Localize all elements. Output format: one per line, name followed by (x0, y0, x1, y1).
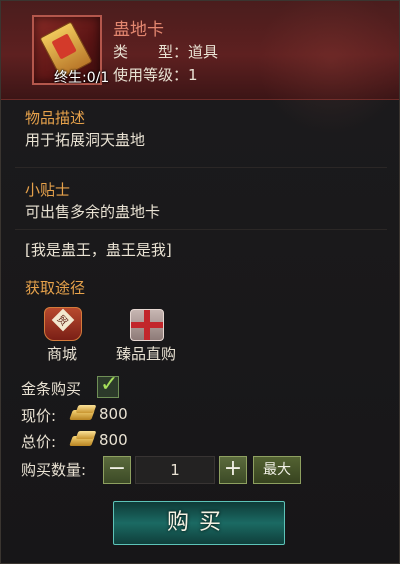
description-title: 物品描述 (25, 109, 86, 127)
quantity-minus-button[interactable]: − (103, 456, 131, 484)
item-type-value: 道具 (188, 43, 219, 61)
card-scroll-icon: 终生:0/1 (32, 15, 109, 86)
divider (15, 167, 387, 168)
item-type-row: 类 型：道具 (113, 41, 218, 62)
quantity-plus-button[interactable]: + (219, 456, 247, 484)
total-price-label: 总价: (21, 433, 57, 451)
gift-box-icon (124, 303, 168, 347)
description-text: 用于拓展洞天蛊地 (25, 131, 146, 149)
shop-icon: 贸 (40, 303, 84, 347)
flavor-text: [我是蛊王，蛊王是我] (25, 241, 172, 259)
item-level-row: 使用等级：1 (113, 64, 198, 85)
source-shop[interactable]: 贸 商城 (17, 303, 107, 364)
gold-bar-purchase-label: 金条购买 (21, 380, 82, 398)
item-detail-panel: 终生:0/1 蛊地卡 类 型：道具 使用等级：1 物品描述 用于拓展洞天蛊地 小… (0, 0, 400, 564)
item-level-key: 使用等级： (113, 66, 189, 84)
item-name: 蛊地卡 (113, 20, 164, 40)
header-decoration (251, 1, 399, 141)
tips-text: 可出售多余的蛊地卡 (25, 203, 161, 221)
source-premium-purchase[interactable]: 臻品直购 (101, 303, 191, 364)
buy-button[interactable]: 购买 (113, 501, 285, 545)
current-price-value: 800 (99, 405, 128, 423)
item-level-value: 1 (188, 66, 198, 84)
quantity-input[interactable]: 1 (135, 456, 215, 484)
divider (15, 229, 387, 230)
item-header: 终生:0/1 蛊地卡 类 型：道具 使用等级：1 (1, 1, 399, 141)
gold-bar-icon (69, 431, 97, 449)
item-type-key: 类 型： (113, 43, 189, 61)
current-price-label: 现价: (21, 407, 57, 425)
checkmark-icon: ✓ (100, 372, 119, 397)
max-quantity-button[interactable]: 最大 (253, 456, 301, 484)
gold-bar-icon (69, 405, 97, 423)
quantity-label: 购买数量: (21, 461, 87, 479)
total-price-value: 800 (99, 431, 128, 449)
gold-bar-purchase-checkbox[interactable]: ✓ (97, 372, 119, 398)
bind-count-label: 终生:0/1 (54, 70, 110, 86)
tips-title: 小贴士 (25, 181, 71, 199)
acquire-title: 获取途径 (25, 279, 86, 297)
